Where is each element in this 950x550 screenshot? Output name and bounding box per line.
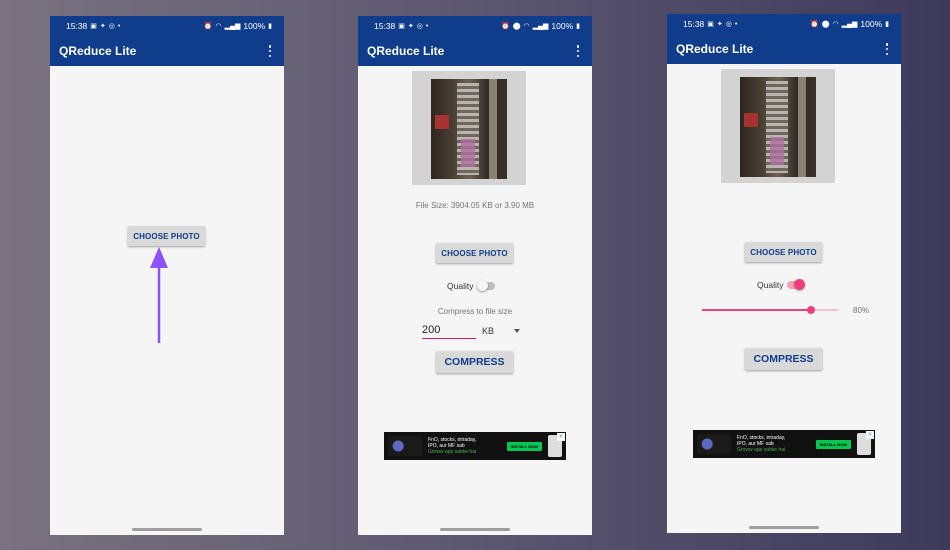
app-bar: QReduce Lite (358, 36, 592, 66)
gesture-nav-bar[interactable] (749, 526, 819, 529)
dot-icon: • (734, 20, 738, 28)
gallery-icon: ▣ (398, 22, 405, 30)
ad-logo (388, 436, 422, 456)
location-icon: ⬤ (512, 22, 521, 30)
ad-cta-button[interactable]: INSTALL NOW (506, 441, 542, 451)
wifi-icon: ◠ (832, 20, 839, 28)
ad-logo (697, 434, 731, 454)
compress-label: COMPRESS (753, 353, 814, 365)
compress-button[interactable]: COMPRESS (745, 348, 822, 370)
status-time: 15:38 (374, 21, 396, 31)
ad-cta-button[interactable]: INSTALL NOW (815, 439, 851, 449)
battery-icon: ▮ (885, 20, 889, 28)
compress-label: COMPRESS (444, 356, 505, 368)
quality-slider-fill (702, 309, 811, 311)
signal-icon: ▂▄▆ (841, 20, 858, 28)
size-unit-value: KB (482, 326, 495, 336)
ad-text: FnO, stocks, intraday, IPO, aur MF sab G… (428, 437, 501, 456)
ad-banner[interactable]: FnO, stocks, intraday, IPO, aur MF sab G… (693, 430, 875, 458)
ad-line-3: Groww app sabke hai (428, 449, 477, 456)
location-icon: ⬤ (821, 20, 830, 28)
signal-icon: ▂▄▆ (532, 22, 549, 30)
choose-photo-button[interactable]: CHOOSE PHOTO (745, 242, 822, 262)
quality-toggle[interactable] (477, 280, 496, 291)
app-bar: QReduce Lite (667, 34, 901, 64)
ad-close-icon[interactable]: ✕ (866, 431, 874, 439)
choose-photo-label: CHOOSE PHOTO (750, 247, 817, 257)
compress-button[interactable]: COMPRESS (436, 351, 513, 373)
quality-row: Quality (447, 280, 496, 291)
quality-slider[interactable] (702, 306, 838, 314)
target-size-input[interactable]: 200 (422, 324, 476, 339)
quality-toggle[interactable] (787, 279, 806, 290)
twitter-icon: ✦ (407, 22, 414, 30)
photo-preview (721, 69, 835, 183)
quality-percent: 80% (853, 306, 870, 315)
file-size-text: File Size: 3904.05 KB or 3.90 MB (415, 201, 535, 210)
target-size-value: 200 (422, 324, 441, 336)
app-title: QReduce Lite (367, 44, 445, 58)
choose-photo-label: CHOOSE PHOTO (441, 248, 508, 258)
phone-screen-2: 15:38 ▣ ✦ ◎ • ⏰ ⬤ ◠ ▂▄▆ 100% ▮ QReduce L… (358, 16, 592, 535)
sync-icon: ◎ (725, 20, 732, 28)
battery-percent: 100% (860, 19, 883, 29)
battery-icon: ▮ (576, 22, 580, 30)
sync-icon: ◎ (416, 22, 423, 30)
quality-row: Quality (757, 279, 806, 290)
battery-percent: 100% (551, 21, 574, 31)
app-title: QReduce Lite (676, 42, 754, 56)
quality-label: Quality (757, 280, 784, 290)
status-bar: 15:38 ▣ ✦ ◎ • ⏰ ⬤ ◠ ▂▄▆ 100% ▮ (358, 16, 592, 36)
phone-screen-3: 15:38 ▣ ✦ ◎ • ⏰ ⬤ ◠ ▂▄▆ 100% ▮ QReduce L… (667, 14, 901, 533)
alarm-icon: ⏰ (500, 22, 510, 30)
ad-text: FnO, stocks, intraday, IPO, aur MF sab G… (737, 435, 810, 454)
quality-slider-thumb[interactable] (806, 306, 815, 314)
overflow-menu-icon[interactable] (573, 44, 583, 58)
gallery-icon: ▣ (707, 20, 714, 28)
ad-line-3: Groww app sabke hai (737, 447, 786, 454)
choose-photo-button[interactable]: CHOOSE PHOTO (436, 243, 513, 263)
alarm-icon: ⏰ (809, 20, 819, 28)
dot-icon: • (425, 22, 429, 30)
overflow-menu-icon[interactable] (882, 42, 892, 56)
ad-banner[interactable]: FnO, stocks, intraday, IPO, aur MF sab G… (384, 432, 566, 460)
status-bar: 15:38 ▣ ✦ ◎ • ⏰ ⬤ ◠ ▂▄▆ 100% ▮ (667, 14, 901, 34)
quality-label: Quality (447, 281, 474, 291)
twitter-icon: ✦ (716, 20, 723, 28)
compress-to-label: Compress to file size (437, 307, 513, 316)
wifi-icon: ◠ (523, 22, 530, 30)
ad-close-icon[interactable]: ✕ (557, 433, 565, 441)
photo-thumbnail (431, 79, 507, 179)
gesture-nav-bar[interactable] (440, 528, 510, 531)
size-unit-dropdown[interactable]: KB (482, 326, 521, 336)
chevron-down-icon (514, 329, 521, 333)
status-time: 15:38 (683, 19, 705, 29)
photo-preview (412, 71, 526, 185)
photo-thumbnail (740, 77, 816, 177)
